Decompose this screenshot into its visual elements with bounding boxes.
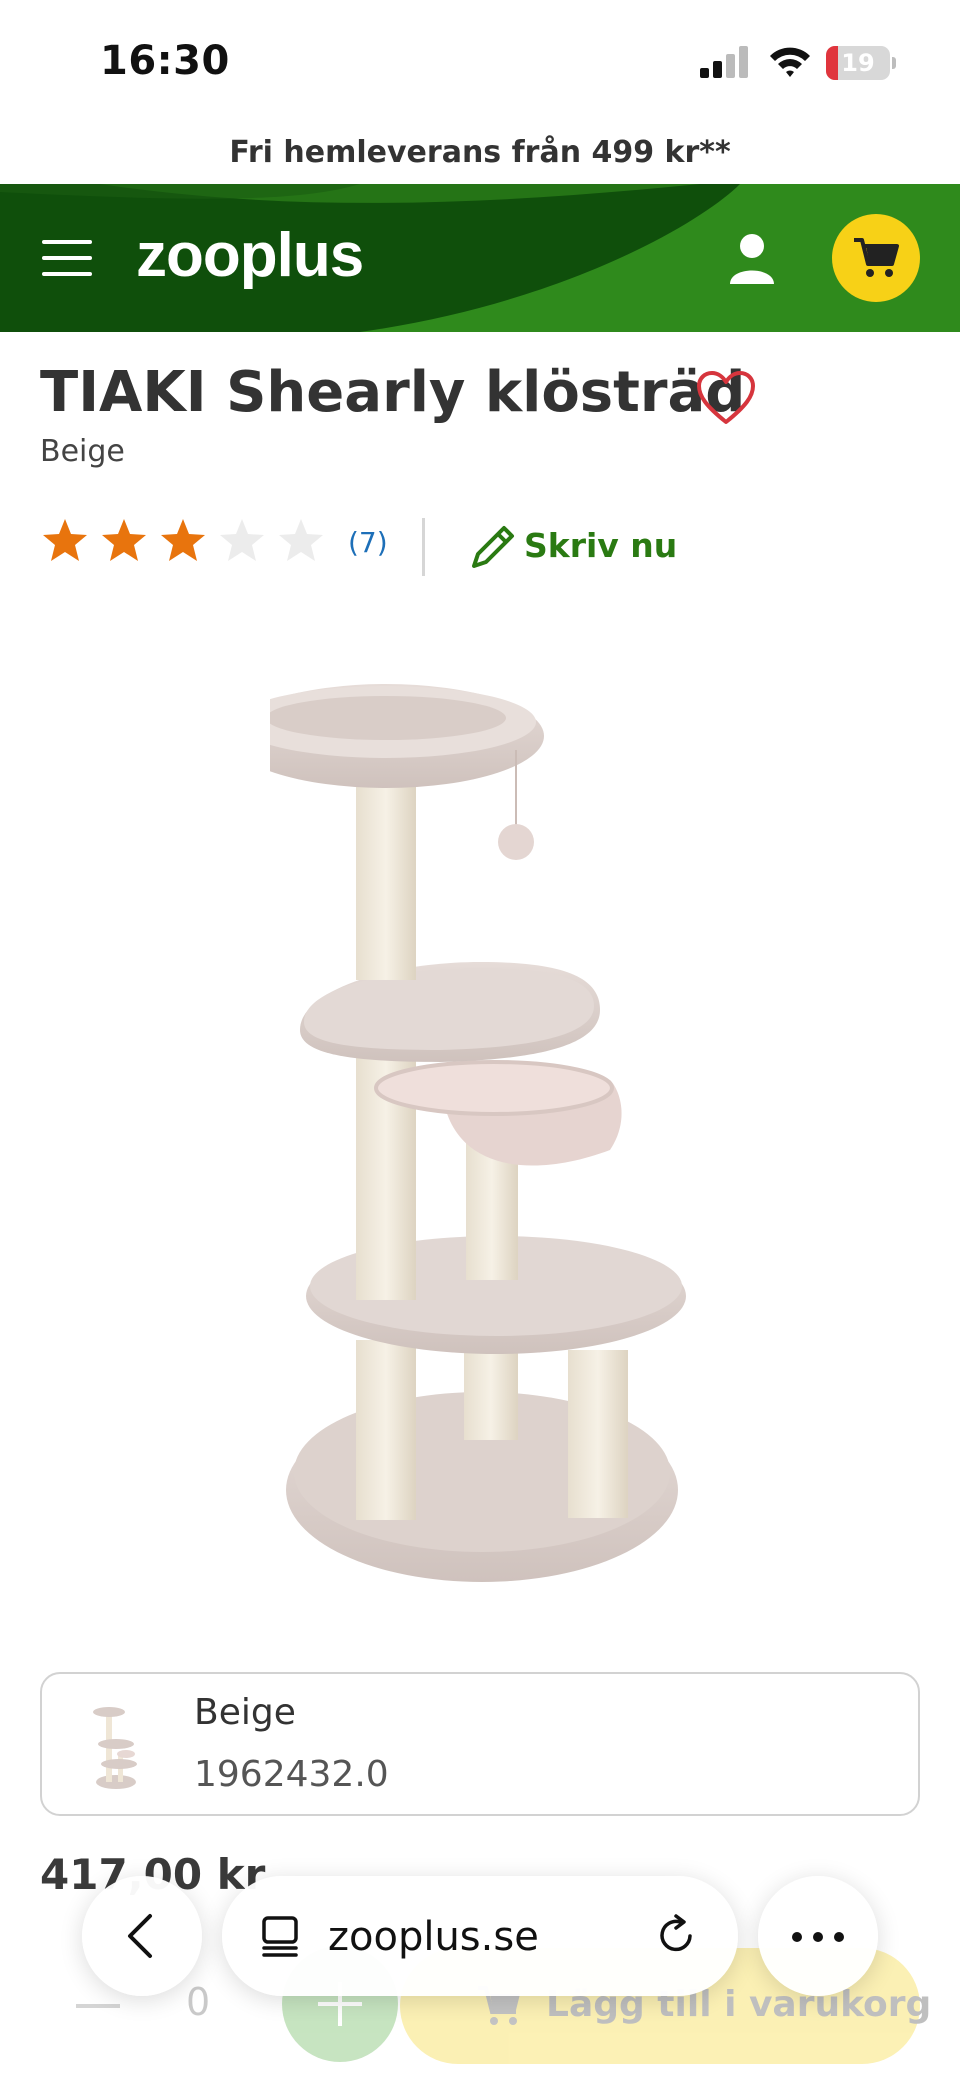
more-dots-icon [792,1932,802,1942]
star-empty-icon [279,519,323,561]
site-header: zooplus [0,184,960,332]
rating-divider [422,518,425,576]
variant-name: Beige [194,1692,296,1733]
variant-subtitle: Beige [40,434,125,469]
page-title: TIAKI Shearly klösträd [40,360,746,425]
user-icon[interactable] [724,230,780,286]
status-time: 16:30 [100,38,230,84]
review-count[interactable]: (7) [348,526,388,559]
star-filled-icon [161,519,205,561]
quantity-decrease-button[interactable] [76,2004,120,2008]
variant-thumbnail [93,1707,137,1789]
free-delivery-banner[interactable]: Fri hemleverans från 499 kr** [0,122,960,184]
product-image-carousel[interactable] [0,620,960,1768]
back-chevron-icon [128,1914,152,1958]
url-text[interactable]: zooplus.se [328,1914,539,1960]
more-options-button[interactable] [758,1876,878,1996]
pencil-icon [472,526,514,568]
address-bar[interactable]: zooplus.se [222,1876,738,1996]
browser-back-button[interactable] [82,1876,202,1996]
battery-icon: 19 [826,46,896,80]
heart-outline-icon[interactable] [696,370,756,426]
shopping-cart-icon [854,238,899,277]
star-filled-icon [102,519,146,561]
zooplus-logo[interactable]: zooplus [136,220,364,291]
battery-level: 19 [841,49,875,77]
cat-tree-product-image [270,684,686,1582]
wifi-icon [770,47,810,77]
write-review-label: Skriv nu [524,526,678,565]
star-empty-icon [220,519,264,561]
variant-selector[interactable]: Beige 1962432.0 [40,1672,920,1816]
hamburger-menu-icon[interactable] [42,238,94,278]
cellular-signal-icon [700,46,748,78]
star-filled-icon [43,519,87,561]
tabs-icon[interactable] [258,1914,302,1958]
cart-button[interactable] [832,214,920,302]
variant-sku: 1962432.0 [194,1754,389,1795]
reload-icon[interactable] [654,1912,700,1958]
quantity-value[interactable]: 0 [186,1980,210,2024]
status-bar: 16:30 19 [0,0,960,120]
